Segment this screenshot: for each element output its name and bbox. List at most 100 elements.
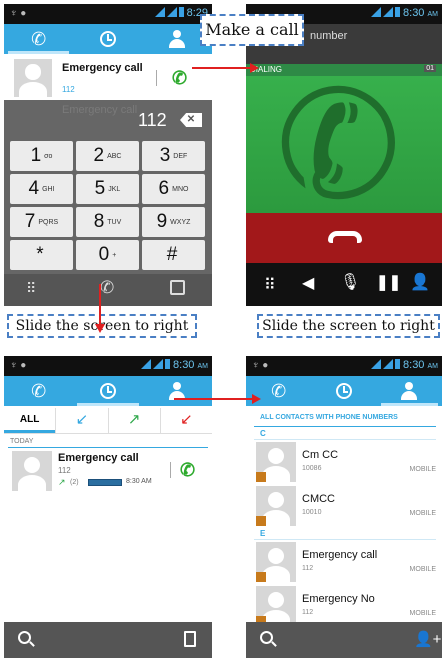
- section-line: [8, 447, 208, 448]
- key-letters: MNO: [172, 185, 189, 193]
- divider: [156, 70, 157, 86]
- mute-icon[interactable]: 🎙: [340, 272, 360, 292]
- contact-number: 112: [302, 565, 314, 572]
- suggested-contact[interactable]: Emergency call 112 ✆: [4, 56, 212, 100]
- dial-display: 112: [138, 110, 167, 130]
- tab-call-log[interactable]: [311, 376, 376, 406]
- dialpad-key[interactable]: 2 ABC: [76, 141, 139, 171]
- contact-item[interactable]: Cm CC 10086 MOBILE: [246, 441, 442, 483]
- sim-indicator-icon: [256, 516, 266, 526]
- filter-all[interactable]: ALL: [4, 408, 56, 433]
- dial-call-icon[interactable]: ✆: [100, 278, 114, 298]
- tab-call-log[interactable]: [73, 376, 142, 406]
- call-photo: ✆: [246, 76, 442, 213]
- usb-icon: ♆ ●: [252, 360, 269, 371]
- phone-icon: ✆: [31, 28, 47, 49]
- contact-item[interactable]: Emergency No 112 MOBILE: [246, 585, 442, 627]
- contact-name: Emergency call: [62, 62, 143, 74]
- key-digit: 0: [98, 244, 110, 265]
- tab-call-log[interactable]: [73, 24, 142, 54]
- add-contact-icon[interactable]: 👤+: [414, 630, 441, 648]
- call-icon[interactable]: ✆: [172, 68, 187, 89]
- speaker-icon[interactable]: ◀: [302, 273, 314, 293]
- key-letters: +: [112, 251, 117, 259]
- dialpad-key[interactable]: 1 σο: [10, 141, 73, 171]
- dialpad-key[interactable]: 6 MNO: [142, 174, 205, 204]
- call-state-bar: DIALING 01: [246, 64, 442, 76]
- entry-name: Emergency call: [58, 452, 139, 464]
- status-right: 8:30 AM: [371, 359, 438, 371]
- tab-dialer[interactable]: ✆: [4, 24, 73, 54]
- contact-number: 112: [62, 85, 75, 94]
- dialpad-key[interactable]: 7 PQRS: [10, 207, 73, 237]
- phone-icon: ✆: [271, 380, 287, 401]
- tab-dialer[interactable]: ✆: [4, 376, 73, 406]
- key-digit: 5: [94, 178, 106, 199]
- status-bar: ♆ ● 8:29: [4, 4, 212, 24]
- call-icon[interactable]: ✆: [180, 460, 195, 481]
- dialpad-key[interactable]: 4 GHI: [10, 174, 73, 204]
- avatar: [14, 59, 52, 97]
- dialpad-action-bar: ⠿ ✆: [4, 274, 212, 306]
- clock-icon: [99, 31, 116, 47]
- contact-name: CMCC: [302, 493, 335, 505]
- key-letters: PQRS: [38, 218, 59, 226]
- dialpad-key[interactable]: 8 TUV: [76, 207, 139, 237]
- filter-incoming[interactable]: ↙: [55, 408, 107, 433]
- tab-contacts[interactable]: [143, 376, 212, 406]
- end-call-button[interactable]: [328, 231, 362, 243]
- dialpad-key[interactable]: 5 JKL: [76, 174, 139, 204]
- clear-log-icon[interactable]: [184, 631, 196, 647]
- tab-bar: ✆: [4, 376, 212, 406]
- tab-contacts[interactable]: [377, 376, 442, 406]
- avatar: [12, 451, 52, 491]
- tab-bar: ✆: [4, 24, 212, 54]
- section-line: [254, 539, 436, 540]
- section-line: [254, 439, 436, 440]
- contact-number: 10086: [302, 465, 322, 472]
- number-type: MOBILE: [409, 566, 436, 573]
- key-letters: σο: [44, 152, 53, 160]
- key-digit: 9: [156, 211, 168, 232]
- entry-time: 8:30 AM: [126, 478, 152, 485]
- key-digit: 4: [28, 178, 40, 199]
- arrowhead-make-call: [250, 63, 259, 73]
- filter-missed[interactable]: ↙: [159, 408, 212, 433]
- arrow-slide-down: [99, 284, 101, 326]
- usb-icon: ♆ ●: [10, 8, 27, 19]
- bottom-bar: [4, 622, 212, 658]
- dialpad-toggle-icon[interactable]: ⠿: [26, 280, 36, 297]
- outgoing-icon: ↗: [58, 477, 66, 487]
- dialpad-key[interactable]: *: [10, 240, 73, 270]
- contact-item[interactable]: CMCC 10010 MOBILE: [246, 485, 442, 527]
- contacts-screen: ♆ ● 8:30 AM ✆ ALL CONTACTS WITH PHONE NU…: [246, 356, 442, 658]
- dialpad-key[interactable]: #: [142, 240, 205, 270]
- key-letters: TUV: [107, 218, 122, 226]
- usb-icon: ♆ ●: [10, 360, 27, 371]
- voicemail-icon[interactable]: [170, 280, 185, 295]
- dialpad-key[interactable]: 3 DEF: [142, 141, 205, 171]
- status-right: 8:30 AM: [141, 359, 208, 371]
- add-call-icon[interactable]: 👤: [410, 272, 430, 292]
- key-letters: WXYZ: [170, 218, 191, 226]
- backspace-icon[interactable]: ✕: [180, 113, 202, 127]
- dialpad-key[interactable]: 9 WXYZ: [142, 207, 205, 237]
- key-digit: 6: [158, 178, 170, 199]
- callout-slide-2: Slide the screen to right: [257, 314, 440, 338]
- dialpad-key[interactable]: 0 +: [76, 240, 139, 270]
- status-bar: ♆ ● 8:30 AM: [4, 356, 212, 376]
- person-icon: [168, 30, 186, 48]
- key-digit: #: [166, 244, 178, 265]
- filter-row: ALL ↙ ↗ ↙: [4, 408, 212, 434]
- contact-item[interactable]: Emergency call 112 MOBILE: [246, 541, 442, 583]
- contact-name: Cm CC: [302, 449, 339, 461]
- key-digit: 1: [30, 145, 42, 166]
- arrow-to-contacts: [174, 398, 254, 400]
- key-digit: *: [36, 244, 44, 265]
- keypad-icon[interactable]: ⠿: [264, 275, 276, 295]
- call-log-entry[interactable]: Emergency call 112 ↗ (2) 8:30 AM ✆: [4, 450, 212, 494]
- search-icon-handle: [29, 641, 35, 647]
- filter-outgoing[interactable]: ↗: [107, 408, 160, 433]
- contact-name: Emergency call: [302, 549, 378, 561]
- hold-icon[interactable]: ❚❚: [376, 273, 401, 291]
